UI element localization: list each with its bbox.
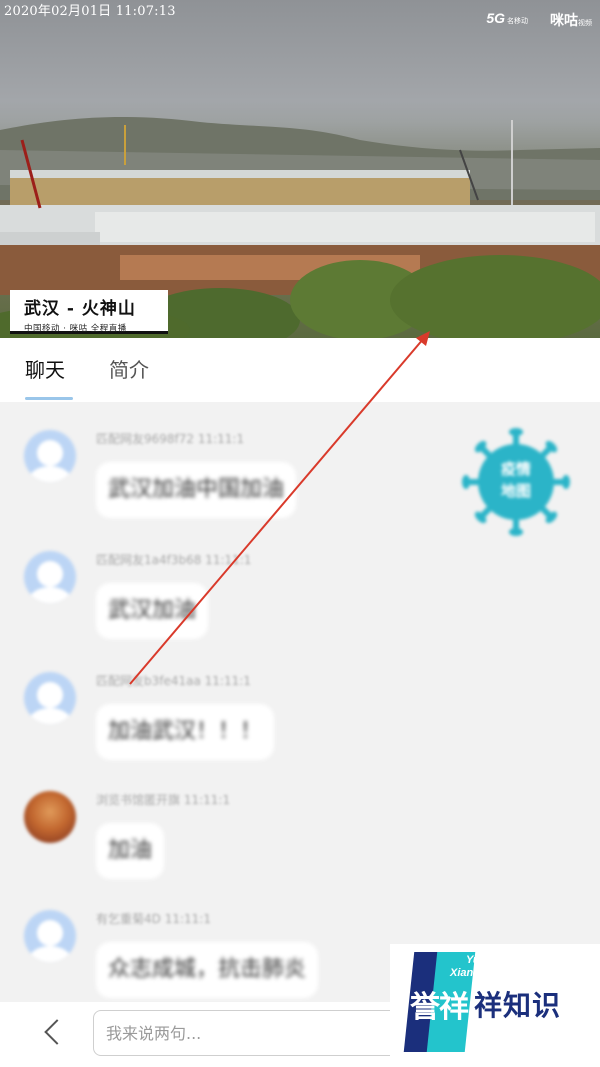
message-bubble[interactable]: 众志成城，抗击肺炎 (96, 942, 319, 998)
message-bubble[interactable]: 加油武汉！！！ (96, 704, 275, 760)
message-meta: 浏览书馆匿开旗 11:11:1 (96, 793, 231, 807)
tab-bar: 聊天 简介 (0, 338, 600, 402)
live-video-player[interactable]: 2020年02月01日 11:07:13 5G 名移动 咪咕视频 武汉 - 火神山… (0, 0, 600, 338)
message-bubble[interactable]: 武汉加油中国加油 (96, 462, 297, 518)
tab-intro[interactable]: 简介 (109, 354, 149, 383)
migu-logo: 咪咕视频 (550, 12, 592, 28)
comment-input[interactable] (93, 1010, 413, 1056)
video-timestamp: 2020年02月01日 11:07:13 (4, 4, 176, 19)
message-meta: 匹配网友b3fe41aa 11:11:1 (96, 674, 251, 688)
caption-title: 武汉 - 火神山 (24, 299, 136, 319)
message-meta: 有乞重菊4D 11:11:1 (96, 912, 211, 926)
watermark-en-line1: YuXiang (466, 954, 510, 966)
watermark-logo: YuXiang XiangZhiShi 誉祥 祥知识 (390, 944, 600, 1056)
epidemic-map-badge[interactable]: 疫情 地图 (466, 428, 566, 532)
user-avatar[interactable] (24, 791, 76, 843)
message-meta: 匹配网友9698f72 11:11:1 (96, 432, 245, 446)
virus-icon: 疫情 地图 (478, 444, 554, 520)
video-scene (0, 116, 600, 338)
tab-chat[interactable]: 聊天 (25, 354, 65, 383)
badge-line1: 疫情 (500, 460, 531, 478)
message-bubble[interactable]: 加油 (96, 823, 165, 879)
message-meta: 匹配网友1a4f3b68 11:11:1 (96, 553, 252, 567)
location-caption: 武汉 - 火神山 中国移动 · 咪咕 全程直播 (10, 290, 168, 334)
china-mobile-5g-logo: 5G 名移动 (486, 10, 528, 26)
user-avatar[interactable] (24, 551, 76, 603)
user-avatar[interactable] (24, 430, 76, 482)
message-bubble[interactable]: 武汉加油 (96, 583, 209, 639)
caption-subtitle: 中国移动 · 咪咕 全程直播 (24, 324, 127, 334)
badge-line2: 地图 (500, 482, 531, 500)
watermark-en-line2: XiangZhiShi (450, 967, 514, 979)
watermark-cn-b: 祥知识 (474, 989, 562, 1022)
active-tab-indicator (25, 397, 73, 400)
back-arrow-icon[interactable] (32, 1014, 72, 1054)
user-avatar[interactable] (24, 910, 76, 962)
watermark-cn-a: 誉祥 (410, 990, 469, 1025)
user-avatar[interactable] (24, 672, 76, 724)
